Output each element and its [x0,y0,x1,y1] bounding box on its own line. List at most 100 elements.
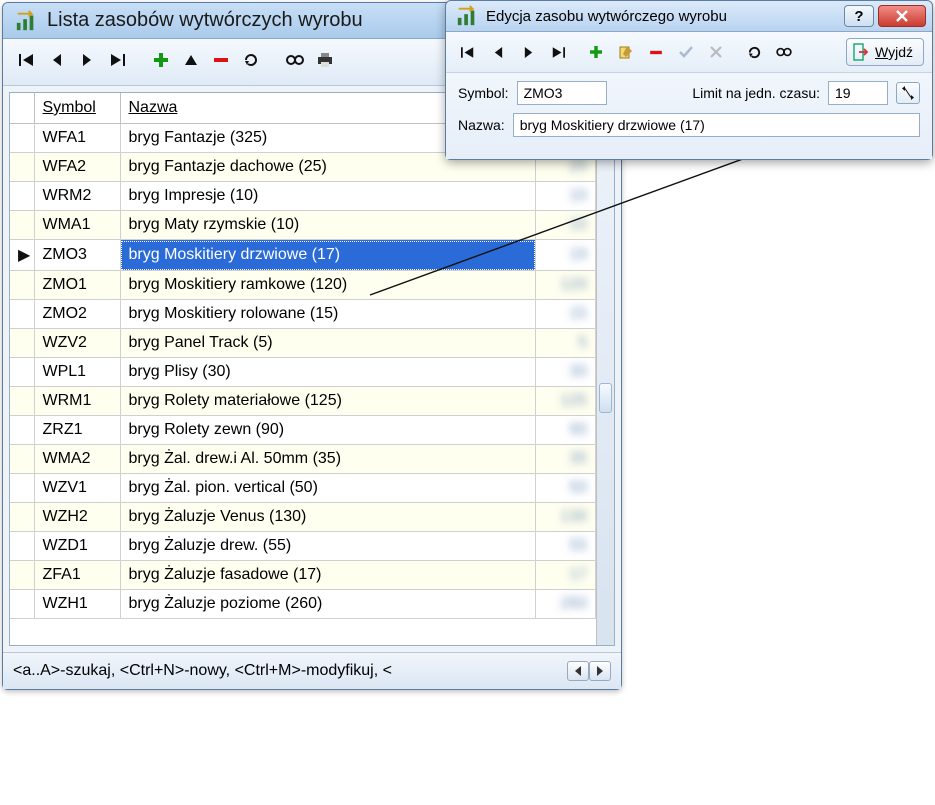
cell-symbol: WZH1 [34,590,120,619]
stepper-button[interactable] [896,82,920,104]
table-row[interactable]: WZV1bryg Żal. pion. vertical (50)50 [10,474,596,503]
cell-name: bryg Maty rzymskie (10) [120,211,536,240]
vertical-scrollbar[interactable] [596,93,614,645]
nav-next-icon[interactable] [73,47,101,73]
row-marker [10,300,34,329]
cell-name: bryg Żal. pion. vertical (50) [120,474,536,503]
cell-name: bryg Żal. drew.i Al. 50mm (35) [120,445,536,474]
exit-icon [853,43,869,61]
cell-symbol: ZMO2 [34,300,120,329]
cell-symbol: ZRZ1 [34,416,120,445]
edit-window: Edycja zasobu wytwórczego wyrobu ? Wyjdź… [445,0,933,160]
cell-value: 90 [536,416,596,445]
table-row[interactable]: ZMO2bryg Moskitiery rolowane (15)15 [10,300,596,329]
cell-name: bryg Rolety zewn (90) [120,416,536,445]
table-row[interactable]: WRM2bryg Impresje (10)10 [10,182,596,211]
delete-icon[interactable] [642,39,670,65]
symbol-label: Symbol: [458,85,509,101]
table-row[interactable]: WZD1bryg Żaluzje drew. (55)55 [10,532,596,561]
table-row[interactable]: WZV2bryg Panel Track (5)5 [10,329,596,358]
table-row[interactable]: ZRZ1bryg Rolety zewn (90)90 [10,416,596,445]
row-marker [10,271,34,300]
app-icon [15,10,37,32]
cell-value: 260 [536,590,596,619]
row-marker [10,153,34,182]
table-row[interactable]: WZH1bryg Żaluzje poziome (260)260 [10,590,596,619]
table-row[interactable]: WZH2bryg Żaluzje Venus (130)130 [10,503,596,532]
row-marker [10,590,34,619]
row-marker [10,532,34,561]
cell-value: 130 [536,503,596,532]
row-marker [10,182,34,211]
cell-name: bryg Moskitiery rolowane (15) [120,300,536,329]
cell-value: 125 [536,387,596,416]
row-marker [10,503,34,532]
delete-icon[interactable] [207,47,235,73]
status-text: <a..A>-szukaj, <Ctrl+N>-nowy, <Ctrl+M>-m… [13,662,392,680]
table-row[interactable]: WRM1bryg Rolety materiałowe (125)125 [10,387,596,416]
edit-title: Edycja zasobu wytwórczego wyrobu [486,8,727,25]
help-button[interactable]: ? [844,5,874,27]
status-scroll-left-icon[interactable] [567,661,589,681]
exit-button[interactable]: Wyjdź [846,38,924,66]
move-up-icon[interactable] [177,47,205,73]
search-icon[interactable] [281,47,309,73]
cell-name: bryg Moskitiery drzwiowe (17) [120,240,536,271]
cell-symbol: WZV2 [34,329,120,358]
cell-symbol: WZH2 [34,503,120,532]
limit-label: Limit na jedn. czasu: [692,85,820,101]
row-marker [10,561,34,590]
refresh-icon[interactable] [237,47,265,73]
print-icon[interactable] [311,47,339,73]
cell-value: 30 [536,358,596,387]
table-row[interactable]: ZFA1bryg Żaluzje fasadowe (17)17 [10,561,596,590]
nav-first-icon[interactable] [454,39,482,65]
cell-value: 5 [536,329,596,358]
confirm-icon[interactable] [672,39,700,65]
table-row[interactable]: WMA1bryg Maty rzymskie (10)10 [10,211,596,240]
refresh-icon[interactable] [740,39,768,65]
table-row[interactable]: WPL1bryg Plisy (30)30 [10,358,596,387]
add-icon[interactable] [147,47,175,73]
cancel-icon[interactable] [702,39,730,65]
cell-value: 35 [536,445,596,474]
row-marker [10,474,34,503]
name-label: Nazwa: [458,117,505,133]
cell-value: 10 [536,182,596,211]
table-row[interactable]: ZMO1bryg Moskitiery ramkowe (120)120 [10,271,596,300]
status-scroll-right-icon[interactable] [589,661,611,681]
close-button[interactable] [878,5,926,27]
cell-value: 50 [536,474,596,503]
table-row[interactable]: WMA2bryg Żal. drew.i Al. 50mm (35)35 [10,445,596,474]
row-marker [10,387,34,416]
nav-last-icon[interactable] [544,39,572,65]
cell-value: 19 [536,240,596,271]
nav-prev-icon[interactable] [43,47,71,73]
cell-name: bryg Żaluzje Venus (130) [120,503,536,532]
cell-name: bryg Plisy (30) [120,358,536,387]
limit-input[interactable] [828,81,888,105]
nav-first-icon[interactable] [13,47,41,73]
exit-label-underline: W [875,44,888,60]
symbol-input[interactable] [517,81,607,105]
add-icon[interactable] [582,39,610,65]
row-marker [10,416,34,445]
search-icon[interactable] [770,39,798,65]
cell-symbol: WMA2 [34,445,120,474]
table-row[interactable]: ▶ZMO3bryg Moskitiery drzwiowe (17)19 [10,240,596,271]
col-symbol-header[interactable]: Symbol [34,93,120,124]
row-marker [10,124,34,153]
edit-icon[interactable] [612,39,640,65]
nav-last-icon[interactable] [103,47,131,73]
cell-symbol: WRM1 [34,387,120,416]
scrollbar-thumb[interactable] [599,383,612,413]
edit-titlebar[interactable]: Edycja zasobu wytwórczego wyrobu ? [446,1,932,32]
cell-symbol: WFA2 [34,153,120,182]
nav-next-icon[interactable] [514,39,542,65]
name-input[interactable] [513,113,920,137]
cell-value: 15 [536,300,596,329]
statusbar: <a..A>-szukaj, <Ctrl+N>-nowy, <Ctrl+M>-m… [3,652,621,689]
app-icon [456,5,478,27]
grid: Symbol Nazwa WFA1bryg Fantazje (325)325W… [9,92,615,646]
nav-prev-icon[interactable] [484,39,512,65]
